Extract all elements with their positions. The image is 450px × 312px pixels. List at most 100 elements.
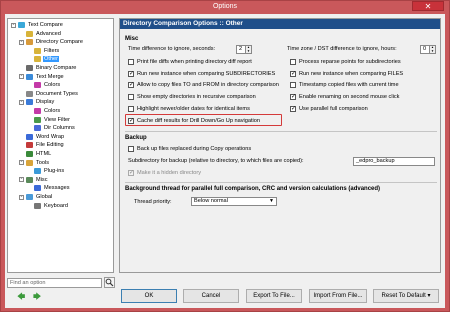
search-button[interactable] — [104, 277, 115, 288]
tree-item[interactable]: File Editing — [19, 141, 65, 149]
chevron-down-icon: ▼ — [269, 198, 274, 204]
backup-files-checkbox[interactable]: Back up files replaced during Copy opera… — [128, 146, 251, 152]
tz-diff-spinner[interactable]: 0 ▲ ▼ — [420, 45, 436, 54]
time-diff-spinner[interactable]: 2 ▲ ▼ — [236, 45, 252, 54]
checkbox-label: Timestamp copied files with current time — [299, 82, 399, 89]
option-checkbox[interactable]: ✓ Run new instance when comparing SUBDIRE… — [128, 70, 276, 77]
tree-item-label: Colors — [44, 82, 61, 89]
checkbox-box[interactable]: ✓ — [290, 105, 296, 112]
checkbox-box[interactable]: ✓ — [290, 94, 296, 101]
collapse-icon[interactable]: - — [11, 22, 16, 28]
divider — [125, 131, 437, 132]
checkbox-label: Run new instance when comparing SUBDIREC… — [137, 70, 276, 77]
checkbox-box[interactable] — [290, 59, 296, 65]
tree-item[interactable]: - Text Merge — [19, 73, 65, 81]
option-checkbox[interactable]: Timestamp copied files with current time — [290, 82, 399, 89]
find-option-input[interactable]: Find an option — [7, 278, 102, 288]
checkbox-label: Allow to copy files TO and FROM in direc… — [137, 82, 279, 89]
tz-diff-label: Time zone / DST difference to ignore, ho… — [287, 46, 397, 52]
checkbox-box[interactable] — [128, 105, 134, 112]
checkbox-box[interactable]: ✓ — [128, 82, 134, 89]
checkbox-box[interactable]: ✓ — [290, 70, 296, 77]
tree-item[interactable]: Other — [27, 55, 59, 63]
tree-item[interactable]: - Directory Compare — [19, 38, 84, 46]
collapse-icon[interactable]: - — [19, 74, 24, 80]
tree-item[interactable]: Filters — [27, 47, 60, 55]
reset-to-default-button[interactable]: Reset To Default ▾ — [373, 289, 439, 303]
tree-item[interactable]: - Display — [19, 98, 55, 106]
tree-item[interactable]: Colors — [27, 107, 61, 115]
option-checkbox[interactable]: Print file diffs when printing directory… — [128, 59, 252, 65]
checkbox-box[interactable]: ✓ — [128, 70, 134, 77]
tree-item-label: Colors — [44, 108, 61, 114]
cancel-button[interactable]: Cancel — [183, 289, 239, 303]
collapse-icon[interactable]: - — [19, 194, 24, 200]
thread-priority-select[interactable]: Below normal ▼ — [191, 197, 277, 206]
checkbox-box[interactable]: ✓ — [128, 170, 134, 176]
spin-arrows-icon[interactable]: ▲ ▼ — [429, 45, 435, 53]
tree-item[interactable]: View Filter — [27, 116, 71, 124]
reset-label: Reset To Default — [381, 293, 426, 299]
options-tree[interactable]: - Text Compare Advanced - Directory Compare F… — [7, 18, 114, 273]
category-icon — [26, 133, 33, 140]
export-to-file-button[interactable]: Export To File... — [246, 289, 302, 303]
category-icon — [26, 99, 33, 106]
hidden-dir-checkbox[interactable]: ✓ Make it a hidden directory — [128, 170, 201, 176]
option-checkbox[interactable]: ✓ Enable renaming on second mouse click — [290, 94, 399, 101]
option-checkbox[interactable]: Process reparse points for subdirectorie… — [290, 59, 401, 65]
option-checkbox[interactable]: ✓ Allow to copy files TO and FROM in dire… — [128, 82, 279, 89]
tree-item[interactable]: Word Wrap — [19, 133, 65, 141]
tree-item-label: Document Types — [36, 90, 78, 97]
category-icon — [34, 168, 41, 175]
tree-item[interactable]: Plug-ins — [27, 167, 65, 175]
close-button[interactable]: ✕ — [412, 1, 444, 11]
tree-item[interactable]: Messages — [27, 184, 71, 192]
tz-diff-value: 0 — [423, 46, 427, 52]
collapse-icon[interactable]: - — [19, 39, 24, 45]
tree-item[interactable]: - Text Compare — [11, 21, 64, 29]
back-arrow-icon[interactable]: 🡄 — [17, 293, 25, 301]
tree-item-label: Other — [43, 56, 59, 63]
tree-item[interactable]: Document Types — [19, 90, 79, 98]
tree-item-label: Directory Compare — [36, 39, 83, 46]
tree-item[interactable]: HTML — [19, 150, 52, 158]
tree-item[interactable]: - Global — [19, 193, 53, 201]
category-icon — [34, 125, 41, 132]
checkbox-box[interactable] — [290, 82, 296, 89]
tree-item[interactable]: Advanced — [19, 30, 62, 38]
tree-item-label: Misc — [36, 176, 48, 183]
checkbox-box[interactable] — [128, 94, 134, 101]
option-checkbox[interactable]: Show empty directories in recursive comp… — [128, 94, 256, 101]
options-pane: Directory Comparison Options :: Other Mi… — [119, 18, 441, 273]
tree-item[interactable]: Binary Compare — [19, 64, 77, 72]
spin-arrows-icon[interactable]: ▲ ▼ — [245, 45, 251, 53]
checkbox-label: Highlight newer/older dates for identica… — [137, 105, 250, 112]
tree-item[interactable]: Dir Columns — [27, 124, 76, 132]
checkbox-box[interactable] — [128, 59, 134, 65]
import-from-file-button[interactable]: Import From File... — [309, 289, 367, 303]
collapse-icon[interactable]: - — [19, 177, 24, 183]
option-checkbox[interactable]: ✓ Use parallel full comparison — [290, 105, 368, 112]
tree-item-label: Dir Columns — [44, 125, 75, 132]
forward-arrow-icon[interactable]: 🡆 — [33, 293, 41, 301]
thread-priority-label: Thread priority: — [134, 199, 172, 205]
tree-item[interactable]: - Misc — [19, 176, 49, 184]
collapse-icon[interactable]: - — [19, 160, 24, 166]
option-checkbox[interactable]: Highlight newer/older dates for identica… — [128, 105, 250, 112]
tree-item[interactable]: Colors — [27, 81, 61, 89]
backup-subdir-input[interactable]: _edpro_backup — [353, 157, 435, 166]
collapse-icon[interactable]: - — [19, 99, 24, 105]
tree-item[interactable]: - Tools — [19, 159, 50, 167]
category-icon — [34, 202, 41, 209]
checkbox-box[interactable] — [128, 146, 134, 152]
checkbox-label: Print file diffs when printing directory… — [137, 59, 252, 65]
checkbox-label: Show empty directories in recursive comp… — [137, 94, 256, 101]
time-diff-label: Time difference to ignore, seconds: — [128, 46, 216, 52]
tree-item[interactable]: Keyboard — [27, 202, 69, 210]
tree-item-label: Text Merge — [36, 73, 64, 80]
ok-button[interactable]: OK — [121, 289, 177, 303]
option-checkbox[interactable]: ✓ Run new instance when comparing FILES — [290, 70, 403, 77]
category-icon — [18, 22, 25, 28]
misc-section-title: Misc — [125, 36, 139, 42]
category-icon — [34, 47, 41, 54]
